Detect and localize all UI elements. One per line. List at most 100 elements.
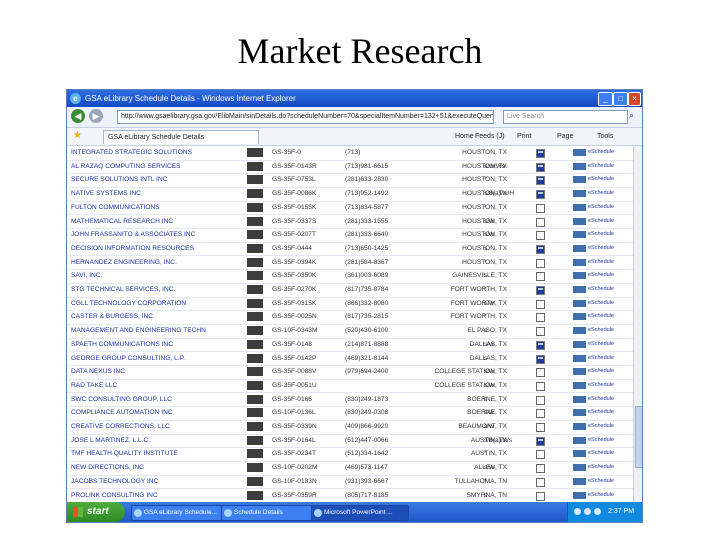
select-checkbox[interactable] [536,258,545,268]
volume-icon[interactable] [584,508,591,515]
eschedule-link[interactable]: eSchedule [588,256,614,269]
contractor-name-link[interactable]: RAD TAKE LLC [71,379,241,392]
tools-menu[interactable]: Tools [597,130,613,143]
contract-number[interactable]: GS-35F-0359R [272,489,332,502]
eschedule-link[interactable]: eSchedule [588,338,614,351]
document-icon[interactable] [536,176,545,186]
eschedule-link[interactable]: eSchedule [588,393,614,406]
contract-number[interactable]: GS-35F-0148 [272,338,332,351]
select-checkbox[interactable] [536,423,545,432]
contractor-name-link[interactable]: MATHEMATICAL RESEARCH INC [71,215,241,228]
contractor-name-link[interactable]: GEORGE GROUP CONSULTING, L.P. [71,352,241,365]
contractor-name-link[interactable]: DATA NEXUS INC [71,365,241,378]
eschedule-link[interactable]: eSchedule [588,489,614,502]
contract-number[interactable]: GS-35F-0166 [272,393,332,406]
contractor-name-link[interactable]: SWC CONSULTING GROUP, LLC [71,393,241,406]
contract-number[interactable]: GS-10F-0202M [272,461,332,474]
contract-number[interactable]: GS-35F-0394K [272,256,332,269]
contractor-name-link[interactable]: JOHN FRASSANITO & ASSOCIATES INC [71,228,241,241]
contract-number[interactable]: GS-35F-0143R [272,160,332,173]
contract-number[interactable]: GS-35F-0337S [272,215,332,228]
eschedule-link[interactable]: eSchedule [588,352,614,365]
document-icon[interactable] [536,340,545,350]
eschedule-link[interactable]: eSchedule [588,324,614,337]
contract-number[interactable]: GS-35F-0164L [272,434,332,447]
select-checkbox[interactable] [536,464,545,474]
contract-number[interactable]: GS-35F-0444 [272,242,332,255]
contractor-name-link[interactable]: FULTON COMMUNICATIONS [71,201,241,214]
document-icon[interactable] [536,354,545,364]
document-icon[interactable] [536,149,545,158]
eschedule-link[interactable]: eSchedule [588,269,614,282]
contract-number[interactable]: GS-35F-0315K [272,297,332,310]
eschedule-link[interactable]: eSchedule [588,475,614,488]
document-icon[interactable] [536,162,545,172]
select-checkbox[interactable] [536,299,545,309]
eschedule-link[interactable]: eSchedule [588,297,614,310]
contractor-name-link[interactable]: AL RAZAQ COMPUTING SERVICES [71,160,241,173]
contractor-name-link[interactable]: INTEGRATED STRATEGIC SOLUTIONS [71,146,241,159]
eschedule-link[interactable]: eSchedule [588,146,614,159]
home-button[interactable]: Home [455,130,474,143]
print-button[interactable]: Print [517,130,531,143]
eschedule-link[interactable]: eSchedule [588,434,614,447]
select-checkbox[interactable] [536,272,545,282]
taskbar-item-elibrary[interactable]: GSA eLibrary Schedule... [131,505,229,521]
eschedule-link[interactable]: eSchedule [588,310,614,323]
contractor-name-link[interactable]: DECISION INFORMATION RESOURCES [71,242,241,255]
select-checkbox[interactable] [536,491,545,501]
contract-number[interactable]: GS-35F-0 [272,146,332,159]
taskbar-item-powerpoint[interactable]: Microsoft PowerPoint ... [311,505,409,521]
contractor-name-link[interactable]: NATIVE SYSTEMS INC [71,187,241,200]
eschedule-link[interactable]: eSchedule [588,406,614,419]
select-checkbox[interactable] [536,409,545,419]
eschedule-link[interactable]: eSchedule [588,461,614,474]
favorites-star-icon[interactable]: ★ [73,130,82,141]
contract-number[interactable]: GS-10F-0343M [272,324,332,337]
document-icon[interactable] [536,190,545,200]
eschedule-link[interactable]: eSchedule [588,365,614,378]
contract-number[interactable]: GS-10F-0183N [272,475,332,488]
contractor-name-link[interactable]: JOSE L MARTINEZ, L.L.C. [71,434,241,447]
security-icon[interactable] [594,508,601,515]
select-checkbox[interactable] [536,203,545,213]
select-checkbox[interactable] [536,381,545,391]
contract-number[interactable]: GS-10F-0136L [272,406,332,419]
contract-number[interactable]: GS-35F-0051U [272,379,332,392]
contractor-name-link[interactable]: CGLL TECHNOLOGY CORPORATION [71,297,241,310]
contract-number[interactable]: GS-35F-0207T [272,228,332,241]
eschedule-link[interactable]: eSchedule [588,173,614,186]
close-icon[interactable]: × [628,92,641,106]
eschedule-link[interactable]: eSchedule [588,447,614,460]
tab-schedule-details[interactable]: GSA eLibrary Schedule Details [103,130,259,144]
select-checkbox[interactable] [536,231,545,241]
eschedule-link[interactable]: eSchedule [588,420,614,433]
address-input[interactable]: http://www.gsaelibrary.gsa.gov/ElibMain/… [117,110,494,124]
eschedule-link[interactable]: eSchedule [588,283,614,296]
select-checkbox[interactable] [536,217,545,227]
vertical-scrollbar[interactable] [633,146,642,502]
contractor-name-link[interactable]: PROLINK CONSULTING INC [71,489,241,502]
contract-number[interactable]: GS-35F-0234T [272,447,332,460]
select-checkbox[interactable] [536,313,545,323]
document-icon[interactable] [536,244,545,254]
contract-number[interactable]: GS-35F-0753L [272,173,332,186]
contractor-name-link[interactable]: JACOBS TECHNOLOGY INC [71,475,241,488]
forward-button[interactable]: ▶ [89,109,103,123]
select-checkbox[interactable] [536,450,545,460]
select-checkbox[interactable] [536,368,545,378]
search-icon[interactable]: ⌕ [629,110,634,121]
contractor-name-link[interactable]: SECURE SOLUTIONS INTL INC [71,173,241,186]
contractor-name-link[interactable]: MANAGEMENT AND ENGINEERING TECHN [71,324,241,337]
contractor-name-link[interactable]: SPAETH COMMUNICATIONS INC [71,338,241,351]
search-input[interactable]: Live Search [503,110,628,124]
document-icon[interactable] [536,436,545,446]
back-button[interactable]: ◀ [71,109,85,123]
contractor-name-link[interactable]: COMPLIANCE AUTOMATION INC [71,406,241,419]
eschedule-link[interactable]: eSchedule [588,187,614,200]
eschedule-link[interactable]: eSchedule [588,379,614,392]
minimize-icon[interactable]: _ [598,92,613,106]
contract-number[interactable]: GS-35F-0025N [272,310,332,323]
contractor-name-link[interactable]: STG TECHNICAL SERVICES, INC. [71,283,241,296]
contractor-name-link[interactable]: CREATIVE CORRECTIONS, LLC [71,420,241,433]
